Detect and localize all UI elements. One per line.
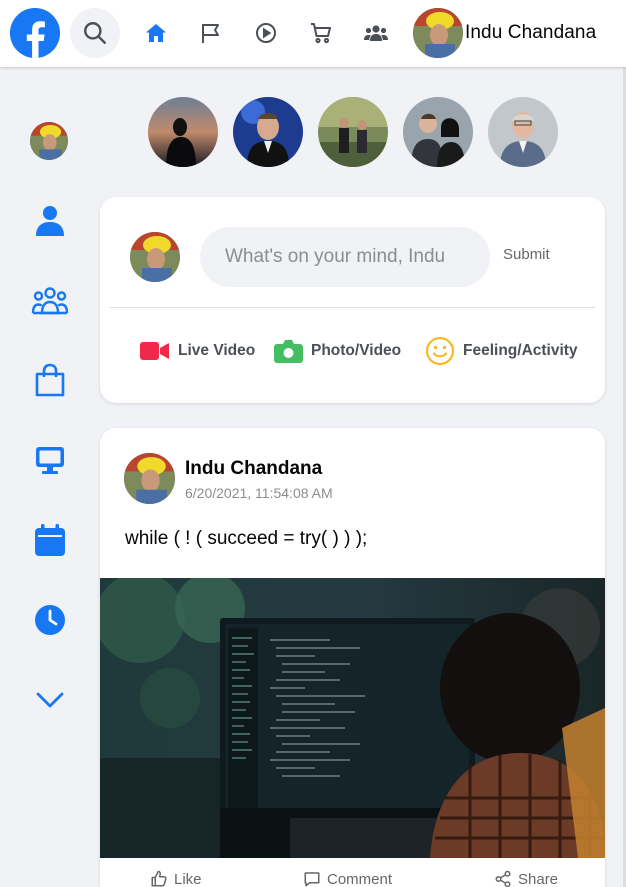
sidebar-item-watch[interactable] — [29, 439, 71, 481]
nav-pages[interactable] — [196, 18, 226, 48]
post-text: while ( ! ( succeed = try( ) ) ); — [125, 528, 368, 549]
home-icon — [146, 24, 166, 42]
submit-button[interactable]: Submit — [503, 246, 550, 263]
story-4[interactable] — [403, 97, 473, 167]
monitor-icon — [36, 447, 64, 474]
share-label: Share — [518, 870, 559, 887]
avatar — [413, 8, 463, 58]
header-profile[interactable]: Indu Chandana — [413, 7, 596, 59]
like-button[interactable]: Like — [150, 870, 202, 887]
video-camera-icon — [140, 342, 169, 360]
shopping-bag-icon — [35, 363, 65, 397]
share-button[interactable]: Share — [494, 870, 558, 887]
users-icon — [364, 25, 388, 41]
thumbs-up-icon — [151, 870, 167, 887]
flag-icon — [202, 24, 219, 43]
play-circle-icon — [256, 23, 276, 43]
cart-icon — [311, 23, 331, 44]
composer-input[interactable] — [200, 227, 490, 287]
feeling-activity-label: Feeling/Activity — [463, 342, 578, 359]
story-1[interactable] — [148, 97, 218, 167]
search-icon — [84, 22, 106, 44]
story-5[interactable] — [488, 97, 558, 167]
post-author-avatar[interactable] — [124, 453, 175, 504]
calendar-icon — [35, 524, 65, 556]
left-sidebar — [0, 67, 100, 887]
live-video-label: Live Video — [178, 342, 256, 359]
nav-groups[interactable] — [361, 18, 391, 48]
divider — [110, 307, 595, 308]
facebook-logo-icon[interactable] — [10, 8, 60, 58]
nav-marketplace[interactable] — [306, 18, 336, 48]
story-2[interactable] — [233, 97, 303, 167]
clock-icon — [35, 605, 65, 635]
feeling-activity-button[interactable]: Feeling/Activity — [425, 336, 578, 366]
nav-watch[interactable] — [251, 18, 281, 48]
smiley-icon — [425, 336, 455, 366]
post-actions: Like Comment Share — [100, 868, 605, 887]
sidebar-item-memories[interactable] — [29, 599, 71, 641]
comment-button[interactable]: Comment — [303, 870, 392, 887]
nav-home[interactable] — [141, 18, 171, 48]
post-timestamp: 6/20/2021, 11:54:08 AM — [185, 485, 333, 501]
search-button[interactable] — [70, 8, 120, 58]
composer-avatar — [130, 232, 180, 282]
comment-icon — [304, 872, 320, 887]
sidebar-item-friends[interactable] — [29, 199, 71, 241]
photo-video-button[interactable]: Photo/Video — [274, 337, 401, 365]
story-3[interactable] — [318, 97, 388, 167]
chevron-down-icon — [36, 692, 64, 708]
post-composer: Submit Live Video Photo/Video Feeling/Ac… — [100, 197, 605, 403]
sidebar-item-events[interactable] — [29, 519, 71, 561]
like-label: Like — [174, 870, 202, 887]
user-icon — [36, 206, 64, 236]
camera-icon — [274, 340, 303, 363]
top-navbar: Indu Chandana — [0, 0, 626, 67]
post-image[interactable] — [100, 578, 605, 858]
sidebar-see-more[interactable] — [29, 679, 71, 721]
users-group-icon — [31, 287, 69, 315]
sidebar-item-marketplace[interactable] — [29, 359, 71, 401]
post-author-name[interactable]: Indu Chandana — [185, 458, 322, 480]
header-user-name: Indu Chandana — [465, 22, 597, 43]
live-video-button[interactable]: Live Video — [140, 337, 255, 365]
post-card: Indu Chandana 6/20/2021, 11:54:08 AM whi… — [100, 428, 605, 887]
comment-label: Comment — [327, 870, 393, 887]
share-icon — [495, 870, 511, 887]
photo-video-label: Photo/Video — [311, 342, 402, 359]
sidebar-item-groups[interactable] — [29, 279, 71, 321]
sidebar-profile-avatar[interactable] — [30, 122, 68, 160]
